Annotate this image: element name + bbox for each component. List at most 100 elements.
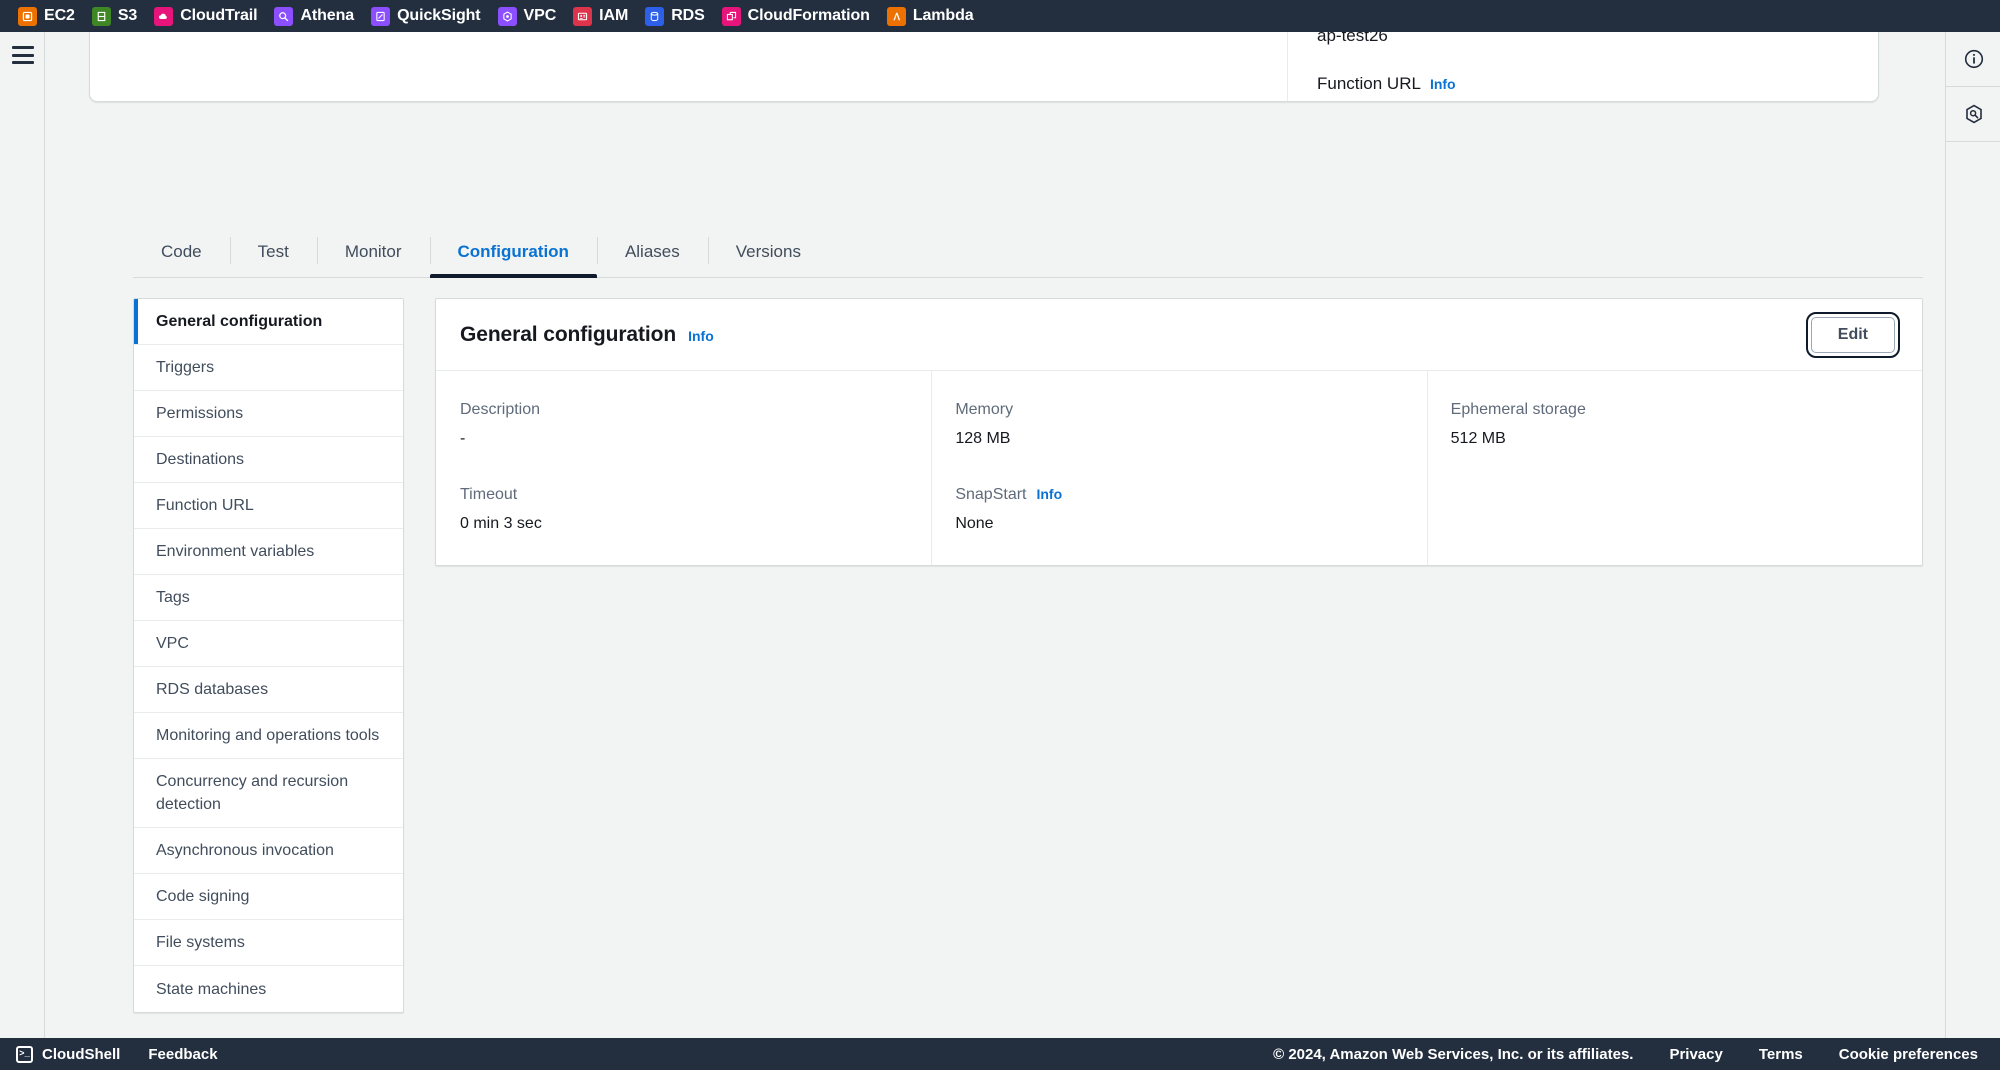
snapstart-info-link[interactable]: Info [1036,486,1062,502]
sidebar-item-rds-databases[interactable]: RDS databases [134,667,403,713]
service-label: QuickSight [397,7,481,24]
tab-code[interactable]: Code [133,226,230,277]
memory-label: Memory [955,401,1014,418]
tab-configuration[interactable]: Configuration [429,226,598,278]
service-label: CloudTrail [180,7,258,24]
sidebar-item-monitoring-and-operations-tools[interactable]: Monitoring and operations tools [134,713,403,759]
left-rail [0,32,45,1038]
info-panel-button[interactable] [1946,32,2000,87]
sidebar-item-general-configuration[interactable]: General configuration [134,299,403,345]
description-label: Description [460,401,541,418]
panel-header: General configuration Info Edit [436,299,1922,371]
service-link-lambda[interactable]: Lambda [883,3,983,29]
service-label: VPC [523,7,557,24]
sidebar-item-vpc[interactable]: VPC [134,621,403,667]
function-url-info-link[interactable]: Info [1430,76,1456,92]
service-label: RDS [671,7,705,24]
cloudtrail-icon [154,6,174,26]
service-label: EC2 [44,7,75,24]
service-label: Lambda [912,7,974,24]
right-rail [1945,32,2000,1038]
panel-title-wrap: General configuration Info [460,323,714,347]
service-label: S3 [117,7,138,24]
memory-value: 128 MB [955,430,1011,447]
cloudshell-button[interactable]: >_ CloudShell [16,1045,121,1063]
snapstart-label: SnapStart [955,486,1027,503]
quicksight-icon [371,6,391,26]
sidebar-item-state-machines[interactable]: State machines [134,966,403,1012]
page-title: General configuration [460,322,677,346]
storage-label-row: Ephemeral storage [1451,399,1898,420]
sidebar-item-triggers[interactable]: Triggers [134,345,403,391]
ephemeral-storage-value: 512 MB [1450,430,1506,447]
sidebar-item-environment-variables[interactable]: Environment variables [134,529,403,575]
field-description: Description - [460,399,907,450]
service-link-ec2[interactable]: EC2 [14,3,84,29]
menu-toggle-icon[interactable] [12,46,34,64]
summary-right-column: ap-test26 Function URL Info - [1317,25,1456,101]
function-url-label: Function URL [1317,74,1421,93]
edit-button[interactable]: Edit [1810,316,1895,353]
general-configuration-panel: General configuration Info Edit Descript… [435,298,1923,566]
timeout-value: 0 min 3 sec [460,515,542,532]
service-label: Athena [300,7,355,24]
configuration-sidenav: General configuration Triggers Permissio… [133,298,404,1013]
service-label: IAM [599,7,629,24]
tab-test[interactable]: Test [229,226,317,277]
service-link-s3[interactable]: S3 [88,3,146,29]
general-configuration-info-link[interactable]: Info [688,328,714,344]
settings-panel-button[interactable] [1946,87,2000,142]
terms-link[interactable]: Terms [1759,1046,1803,1063]
tab-monitor[interactable]: Monitor [316,226,430,277]
athena-icon [274,6,294,26]
service-link-rds[interactable]: RDS [641,3,713,29]
privacy-link[interactable]: Privacy [1669,1046,1722,1063]
footer-left-group: >_ CloudShell Feedback [0,1045,218,1063]
function-url-label-row: Function URL Info [1317,73,1456,95]
tab-aliases[interactable]: Aliases [596,226,708,277]
field-timeout: Timeout 0 min 3 sec [460,484,907,535]
function-tabs: Code Test Monitor Configuration Aliases … [133,226,1923,278]
service-link-vpc[interactable]: VPC [494,3,566,29]
field-memory: Memory 128 MB [955,399,1402,450]
sidebar-item-code-signing[interactable]: Code signing [134,874,403,920]
feedback-link[interactable]: Feedback [148,1046,217,1063]
footer-bar: >_ CloudShell Feedback © 2024, Amazon We… [0,1038,2000,1070]
cookie-preferences-link[interactable]: Cookie preferences [1839,1046,1978,1063]
sidebar-item-tags[interactable]: Tags [134,575,403,621]
footer-right-group: © 2024, Amazon Web Services, Inc. or its… [1273,1046,2000,1063]
cloudshell-label: CloudShell [42,1045,121,1063]
page-body: ap-test26 Function URL Info - Code Test … [0,0,2000,1038]
info-circle-icon [1963,48,1985,70]
service-link-cloudformation[interactable]: CloudFormation [718,3,879,29]
gear-hex-icon [1963,103,1985,125]
service-bookmark-bar: EC2 S3 CloudTrail Athena QuickSight VPC [0,0,2000,32]
edit-button-focus-ring: Edit [1805,311,1900,358]
tab-versions[interactable]: Versions [707,226,829,277]
ec2-icon [18,6,37,26]
timeout-label-row: Timeout [460,484,907,505]
sidebar-item-destinations[interactable]: Destinations [134,437,403,483]
description-label-row: Description [460,399,907,420]
config-column-2: Memory 128 MB SnapStart Info None [931,371,1426,565]
timeout-label: Timeout [460,486,518,503]
service-link-iam[interactable]: IAM [569,3,637,29]
vpc-icon [497,6,517,26]
snapstart-label-row: SnapStart Info [955,484,1402,505]
copyright-text: © 2024, Amazon Web Services, Inc. or its… [1273,1045,1634,1063]
service-link-cloudtrail[interactable]: CloudTrail [150,3,266,29]
ephemeral-storage-label: Ephemeral storage [1450,401,1586,418]
sidebar-item-file-systems[interactable]: File systems [134,920,403,966]
sidebar-item-concurrency-and-recursion-detection[interactable]: Concurrency and recursion detection [134,759,403,828]
service-label: CloudFormation [747,7,870,24]
iam-icon [573,6,593,26]
description-value: - [460,430,466,447]
config-column-1: Description - Timeout 0 min 3 sec [436,371,931,565]
cloudshell-icon: >_ [16,1045,33,1063]
sidebar-item-asynchronous-invocation[interactable]: Asynchronous invocation [134,828,403,874]
service-link-athena[interactable]: Athena [270,3,363,29]
sidebar-item-permissions[interactable]: Permissions [134,391,403,437]
service-link-quicksight[interactable]: QuickSight [367,3,489,29]
sidebar-item-function-url[interactable]: Function URL [134,483,403,529]
rds-icon [645,6,665,26]
